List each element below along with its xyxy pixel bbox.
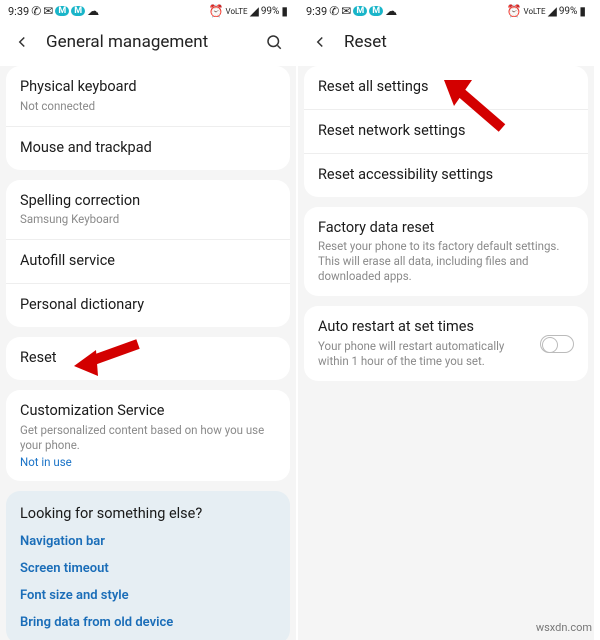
group-reset-options: Reset all settings Reset network setting… xyxy=(304,66,588,197)
status-bar: 9:39 ✆ ✉ M M ☁ ⏰ VoLTE ◢ 99% ▮ xyxy=(0,0,296,22)
group-customization: Customization Service Get personalized c… xyxy=(6,390,290,481)
status-link: Not in use xyxy=(20,455,276,469)
battery-icon: ▮ xyxy=(579,4,586,18)
link-screen-timeout[interactable]: Screen timeout xyxy=(20,561,276,576)
label: Reset xyxy=(20,349,276,368)
message-icon: ✉ xyxy=(43,4,53,18)
sublabel: Samsung Keyboard xyxy=(20,212,276,227)
battery-icon: ▮ xyxy=(281,4,288,18)
status-pill-1: M xyxy=(353,6,367,16)
label: Personal dictionary xyxy=(20,296,276,315)
screen-reset: 9:39 ✆ ✉ M M ☁ ⏰ VoLTE ◢ 99% ▮ Reset xyxy=(298,0,596,640)
header-right: Reset xyxy=(298,22,594,66)
row-reset-accessibility-settings[interactable]: Reset accessibility settings xyxy=(304,154,588,197)
row-autofill-service[interactable]: Autofill service xyxy=(6,240,290,284)
label: Auto restart at set times xyxy=(318,318,532,337)
cloud-icon: ☁ xyxy=(87,4,99,18)
label: Physical keyboard xyxy=(20,78,276,97)
row-factory-data-reset[interactable]: Factory data reset Reset your phone to i… xyxy=(304,207,588,297)
header-left: General management xyxy=(0,22,296,66)
watermark: wsxdn.com xyxy=(536,621,592,634)
link-navigation-bar[interactable]: Navigation bar xyxy=(20,534,276,549)
screens-container: 9:39 ✆ ✉ M M ☁ ⏰ VoLTE ◢ 99% ▮ General m… xyxy=(0,0,600,640)
sublabel: Reset your phone to its factory default … xyxy=(318,239,574,284)
row-reset[interactable]: Reset xyxy=(6,337,290,380)
label: Factory data reset xyxy=(318,219,574,238)
battery-text: 99% xyxy=(261,6,280,17)
status-time: 9:39 xyxy=(306,5,327,18)
label: Spelling correction xyxy=(20,192,276,211)
group-input-devices: Physical keyboard Not connected Mouse an… xyxy=(6,66,290,170)
content-left: Physical keyboard Not connected Mouse an… xyxy=(0,66,296,640)
back-icon[interactable] xyxy=(12,32,32,52)
label: Autofill service xyxy=(20,252,276,271)
label: Mouse and trackpad xyxy=(20,139,276,158)
row-reset-all-settings[interactable]: Reset all settings xyxy=(304,66,588,110)
status-bar: 9:39 ✆ ✉ M M ☁ ⏰ VoLTE ◢ 99% ▮ xyxy=(298,0,594,22)
group-help: Looking for something else? Navigation b… xyxy=(6,491,290,640)
volte-icon: VoLTE xyxy=(226,7,248,16)
whatsapp-icon: ✆ xyxy=(31,4,41,18)
group-text-input: Spelling correction Samsung Keyboard Aut… xyxy=(6,180,290,327)
label: Reset network settings xyxy=(318,122,574,141)
label: Reset accessibility settings xyxy=(318,166,574,185)
row-mouse-trackpad[interactable]: Mouse and trackpad xyxy=(6,127,290,170)
row-physical-keyboard[interactable]: Physical keyboard Not connected xyxy=(6,66,290,127)
help-heading: Looking for something else? xyxy=(20,505,276,522)
link-font-size-style[interactable]: Font size and style xyxy=(20,588,276,603)
status-pill-1: M xyxy=(55,6,69,16)
back-icon[interactable] xyxy=(310,32,330,52)
page-title: Reset xyxy=(344,32,582,52)
page-title: General management xyxy=(46,32,250,52)
group-reset: Reset xyxy=(6,337,290,380)
sublabel: Not connected xyxy=(20,99,276,114)
label: Reset all settings xyxy=(318,78,574,97)
battery-text: 99% xyxy=(559,6,578,17)
content-right: Reset all settings Reset network setting… xyxy=(298,66,594,640)
status-pill-2: M xyxy=(369,6,383,16)
signal-icon: ◢ xyxy=(250,4,259,18)
search-icon[interactable] xyxy=(264,32,284,52)
cloud-icon: ☁ xyxy=(385,4,397,18)
volte-icon: VoLTE xyxy=(524,7,546,16)
group-factory-reset: Factory data reset Reset your phone to i… xyxy=(304,207,588,297)
row-customization-service[interactable]: Customization Service Get personalized c… xyxy=(6,390,290,481)
row-personal-dictionary[interactable]: Personal dictionary xyxy=(6,284,290,327)
alarm-icon: ⏰ xyxy=(209,4,224,18)
row-auto-restart[interactable]: Auto restart at set times Your phone wil… xyxy=(304,306,588,381)
row-spelling-correction[interactable]: Spelling correction Samsung Keyboard xyxy=(6,180,290,241)
sublabel: Get personalized content based on how yo… xyxy=(20,423,276,453)
message-icon: ✉ xyxy=(341,4,351,18)
signal-icon: ◢ xyxy=(548,4,557,18)
status-pill-2: M xyxy=(71,6,85,16)
sublabel: Your phone will restart automatically wi… xyxy=(318,339,532,369)
label: Customization Service xyxy=(20,402,276,421)
link-bring-data[interactable]: Bring data from old device xyxy=(20,615,276,630)
alarm-icon: ⏰ xyxy=(507,4,522,18)
group-auto-restart: Auto restart at set times Your phone wil… xyxy=(304,306,588,381)
toggle-auto-restart[interactable] xyxy=(540,335,574,353)
status-time: 9:39 xyxy=(8,5,29,18)
row-reset-network-settings[interactable]: Reset network settings xyxy=(304,110,588,154)
whatsapp-icon: ✆ xyxy=(329,4,339,18)
screen-general-management: 9:39 ✆ ✉ M M ☁ ⏰ VoLTE ◢ 99% ▮ General m… xyxy=(0,0,298,640)
